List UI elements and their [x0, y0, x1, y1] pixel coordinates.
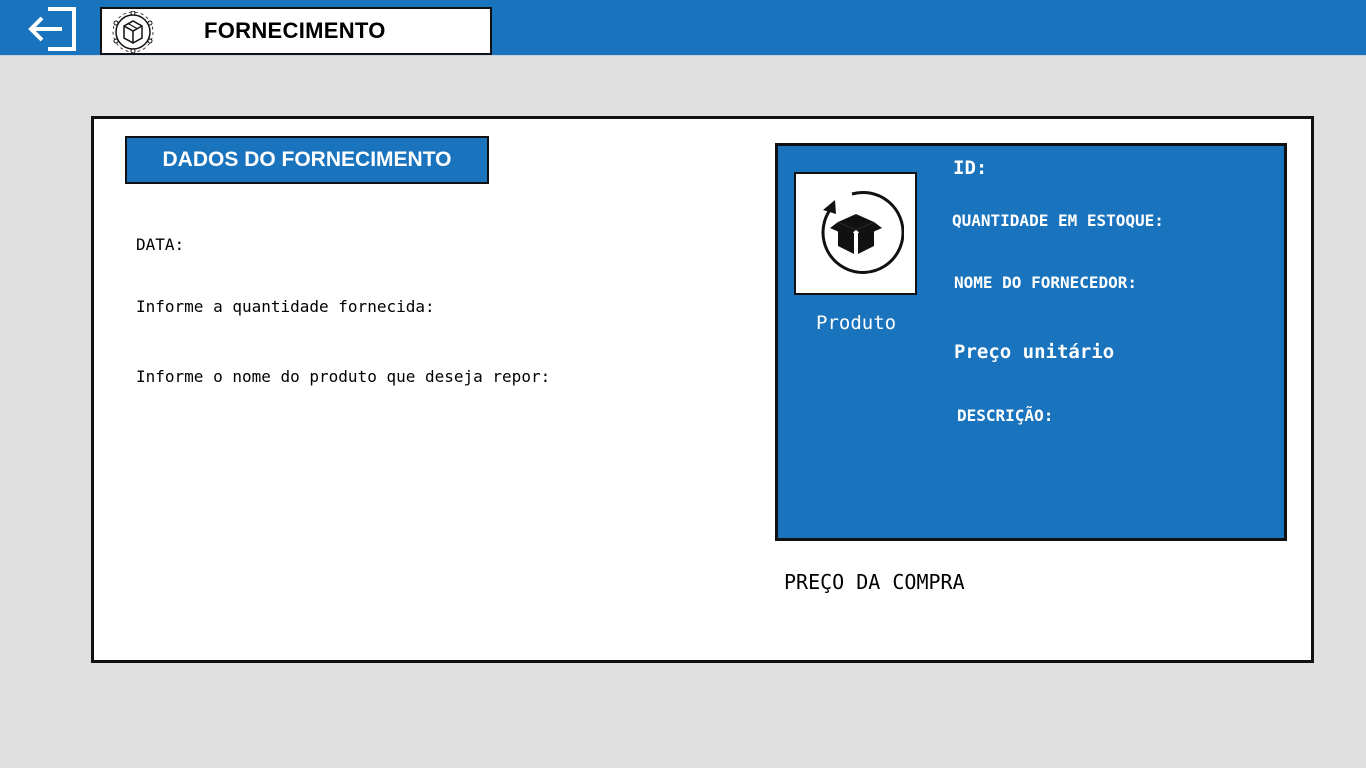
quantity-label: Informe a quantidade fornecida:	[136, 297, 435, 316]
unit-price-label: Preço unitário	[954, 341, 1115, 363]
product-caption: Produto	[816, 312, 897, 334]
product-info-panel: Produto ID: QUANTIDADE EM ESTOQUE: NOME …	[775, 143, 1287, 541]
section-title: DADOS DO FORNECIMENTO	[125, 136, 489, 184]
supplier-label: NOME DO FORNECEDOR:	[954, 273, 1138, 292]
page-title-box: FORNECIMENTO	[100, 7, 492, 55]
page-title: FORNECIMENTO	[204, 18, 386, 43]
date-label: DATA:	[136, 235, 185, 254]
description-label: DESCRIÇÃO:	[957, 406, 1054, 425]
id-label: ID:	[953, 157, 988, 179]
package-network-icon	[112, 11, 154, 53]
exit-button[interactable]	[26, 6, 80, 52]
exit-icon	[28, 7, 76, 51]
box-refresh-icon	[821, 190, 904, 274]
product-image	[794, 172, 917, 295]
top-bar: FORNECIMENTO	[0, 0, 1366, 56]
supply-form-card: DADOS DO FORNECIMENTO DATA: Informe a qu…	[91, 116, 1314, 663]
product-name-label: Informe o nome do produto que deseja rep…	[136, 367, 551, 386]
purchase-price-label: PREÇO DA COMPRA	[784, 570, 965, 594]
stock-label: QUANTIDADE EM ESTOQUE:	[952, 211, 1164, 230]
